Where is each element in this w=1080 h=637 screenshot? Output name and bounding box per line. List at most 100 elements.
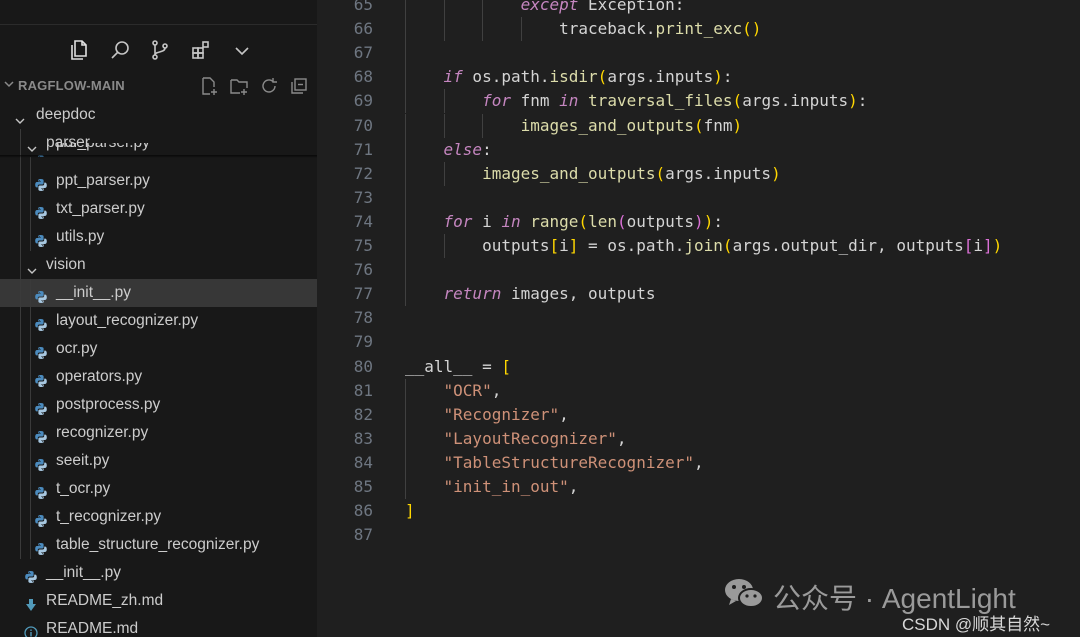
line-number: 67 bbox=[353, 43, 373, 63]
code-line[interactable]: 74 for i in range(len(outputs)): bbox=[317, 209, 1080, 234]
files-icon[interactable] bbox=[67, 38, 91, 62]
code-text: images_and_outputs(args.inputs) bbox=[482, 163, 781, 183]
python-file-icon bbox=[34, 538, 48, 555]
indent-guide bbox=[405, 185, 406, 210]
tree-file[interactable]: txt_parser.py bbox=[0, 195, 317, 223]
tree-file[interactable]: ppt_parser.py bbox=[0, 167, 317, 195]
code-text: traceback.print_exc() bbox=[405, 19, 762, 39]
code-line[interactable]: 87 bbox=[317, 523, 1080, 547]
tree-item-label: vision bbox=[46, 256, 86, 273]
code-text: for i in range(len(outputs)): bbox=[443, 211, 723, 231]
code-line[interactable]: 79 bbox=[317, 330, 1080, 354]
code-line[interactable]: 65 except Exception: bbox=[317, 0, 1080, 17]
line-number: 78 bbox=[353, 308, 373, 328]
tree-item-label: postprocess.py bbox=[56, 396, 161, 413]
code-line[interactable]: 73 bbox=[317, 185, 1080, 210]
tree-file[interactable]: utils.py bbox=[0, 223, 317, 251]
tree-folder[interactable]: vision bbox=[0, 251, 317, 279]
tree-file[interactable]: table_structure_recognizer.py bbox=[0, 531, 317, 559]
tree-file[interactable]: postprocess.py bbox=[0, 391, 317, 419]
code-line[interactable]: 81 "OCR", bbox=[317, 378, 1080, 403]
tree-file[interactable]: operators.py bbox=[0, 363, 317, 391]
extensions-icon[interactable] bbox=[189, 38, 213, 62]
tree-item-label: README_zh.md bbox=[46, 592, 164, 609]
line-number: 81 bbox=[353, 380, 373, 400]
tree-file[interactable]: README.md bbox=[0, 615, 317, 637]
code-line[interactable]: 80 __all__ = [ bbox=[317, 355, 1080, 379]
collapse-all-icon[interactable] bbox=[289, 76, 309, 96]
python-file-icon bbox=[34, 510, 48, 527]
indent-guide bbox=[20, 129, 21, 559]
tree-file[interactable]: __init__.py bbox=[0, 559, 317, 587]
python-file-icon bbox=[34, 174, 48, 191]
code-line[interactable]: 69 for fnm in traversal_files(args.input… bbox=[317, 89, 1080, 114]
code-text: else: bbox=[443, 139, 492, 159]
line-number: 80 bbox=[353, 356, 373, 376]
explorer-title: RAGFLOW-MAIN bbox=[18, 78, 125, 93]
code-line[interactable]: 66 traceback.print_exc() bbox=[317, 17, 1080, 42]
code-line[interactable]: 86] bbox=[317, 499, 1080, 523]
watermark: 公众号 · AgentLight bbox=[723, 574, 1063, 614]
code-text: ] bbox=[405, 501, 415, 521]
indent-guide bbox=[30, 279, 31, 559]
code-line[interactable]: 84 "TableStructureRecognizer", bbox=[317, 450, 1080, 475]
tree-item-label: ocr.py bbox=[56, 340, 98, 357]
code-line[interactable]: 70 images_and_outputs(fnm) bbox=[317, 113, 1080, 138]
search-icon[interactable] bbox=[108, 38, 132, 62]
tree-item-label: t_recognizer.py bbox=[56, 508, 162, 525]
code-text: "Recognizer", bbox=[443, 404, 569, 424]
python-file-icon bbox=[34, 426, 48, 443]
tree-item-label: t_ocr.py bbox=[56, 480, 111, 497]
code-line[interactable]: 77 return images, outputs bbox=[317, 282, 1080, 307]
code-line[interactable]: 68 if os.path.isdir(args.inputs): bbox=[317, 65, 1080, 90]
tree-file[interactable]: seeit.py bbox=[0, 447, 317, 475]
tree-file[interactable]: t_ocr.py bbox=[0, 475, 317, 503]
code-text: "TableStructureRecognizer", bbox=[443, 452, 704, 472]
explorer-section-header[interactable]: RAGFLOW-MAIN bbox=[0, 75, 317, 97]
python-file-icon bbox=[34, 482, 48, 499]
tree-file[interactable]: ocr.py bbox=[0, 335, 317, 363]
tree-item-label: deepdoc bbox=[36, 106, 96, 123]
refresh-icon[interactable] bbox=[259, 76, 279, 96]
new-file-icon[interactable] bbox=[199, 76, 219, 96]
code-text: except Exception: bbox=[520, 0, 685, 14]
tree-folder[interactable]: deepdoc bbox=[0, 101, 317, 129]
code-text: __all__ = [ bbox=[405, 356, 511, 376]
code-line[interactable]: 71 else: bbox=[317, 137, 1080, 162]
tree-file[interactable]: t_recognizer.py bbox=[0, 503, 317, 531]
code-text: "LayoutRecognizer", bbox=[443, 428, 627, 448]
code-text: return images, outputs bbox=[443, 284, 656, 304]
code-text: outputs[i] = os.path.join(args.output_di… bbox=[405, 236, 1003, 255]
tree-file[interactable]: README_zh.md bbox=[0, 587, 317, 615]
tree-item-label: utils.py bbox=[56, 228, 105, 245]
code-line[interactable]: 72 images_and_outputs(args.inputs) bbox=[317, 161, 1080, 186]
tree-file[interactable]: layout_recognizer.py bbox=[0, 307, 317, 335]
code-editor[interactable]: 65 except Exception: 66 traceback.print_e… bbox=[317, 0, 1080, 637]
explorer-sidebar: RAGFLOW-MAIN deepdocparserpdf_parser.pyp… bbox=[0, 0, 317, 637]
source-control-icon[interactable] bbox=[148, 38, 172, 62]
line-number: 83 bbox=[353, 428, 373, 448]
code-line[interactable]: 83 "LayoutRecognizer", bbox=[317, 426, 1080, 451]
tree-file[interactable]: recognizer.py bbox=[0, 419, 317, 447]
line-number: 76 bbox=[353, 260, 373, 280]
tree-file[interactable]: __init__.py bbox=[0, 279, 317, 307]
tree-item-label: txt_parser.py bbox=[56, 200, 145, 217]
line-number: 86 bbox=[353, 501, 373, 521]
code-line[interactable]: 75 outputs[i] = os.path.join(args.output… bbox=[317, 234, 1080, 258]
tree-item-label: ppt_parser.py bbox=[56, 172, 150, 189]
sticky-scroll-shadow bbox=[0, 155, 317, 158]
code-line[interactable]: 67 bbox=[317, 41, 1080, 66]
chevron-down-icon[interactable] bbox=[230, 38, 254, 62]
code-line[interactable]: 82 "Recognizer", bbox=[317, 402, 1080, 427]
code-text: images_and_outputs(fnm) bbox=[520, 115, 743, 135]
line-number: 70 bbox=[353, 115, 373, 135]
line-number: 73 bbox=[353, 187, 373, 207]
line-number: 87 bbox=[353, 525, 373, 545]
code-line[interactable]: 85 "init_in_out", bbox=[317, 475, 1080, 499]
code-line[interactable]: 76 bbox=[317, 258, 1080, 283]
code-line[interactable]: 78 bbox=[317, 306, 1080, 330]
new-folder-icon[interactable] bbox=[229, 76, 249, 96]
info-icon bbox=[24, 622, 38, 637]
csdn-credit: CSDN @顺其自然~ bbox=[902, 615, 1051, 634]
indent-guide bbox=[30, 157, 31, 251]
